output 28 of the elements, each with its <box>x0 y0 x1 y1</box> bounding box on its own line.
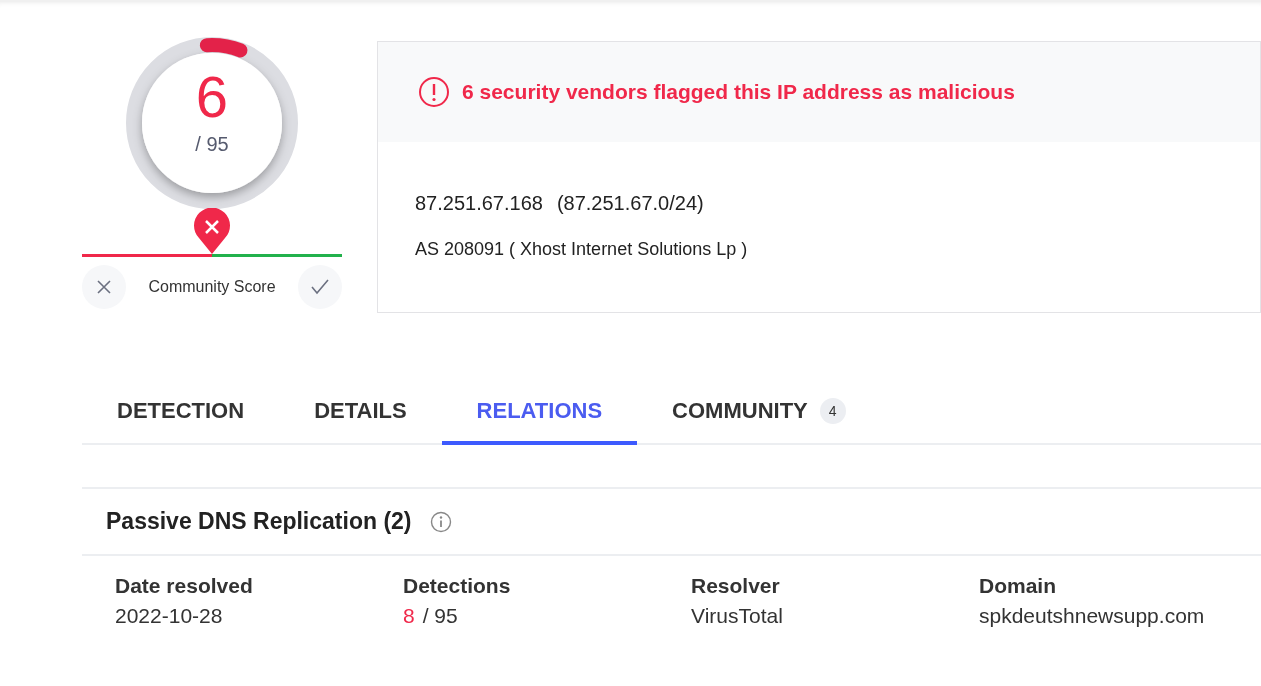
close-icon <box>96 279 112 295</box>
tab[interactable]: RELATIONS <box>441 381 638 445</box>
ip-network: (87.251.67.0/24) <box>556 192 704 215</box>
domain-link[interactable]: spkdeutshnewsupp.com <box>979 604 1261 628</box>
table-cell-text: 2022-10-28 <box>115 604 224 628</box>
column-header: Date resolved <box>115 574 254 598</box>
info-icon[interactable] <box>429 510 452 533</box>
downvote-button[interactable] <box>82 265 126 309</box>
tab[interactable]: DETECTION <box>82 381 280 445</box>
tab[interactable]: DETAILS <box>279 381 442 445</box>
count-badge: 4 <box>819 398 846 424</box>
detection-total: / 95 <box>195 133 229 156</box>
section-title: Passive DNS Replication (2) <box>106 508 412 535</box>
column-header: Detections <box>403 574 512 598</box>
check-icon <box>311 279 329 295</box>
ip-address: 87.251.67.168 <box>415 192 543 215</box>
alert-message: 6 security vendors flagged this IP address as malicious <box>462 80 1015 104</box>
slider-handle[interactable] <box>193 208 231 254</box>
detections-cell-text: 8 / 95 <box>403 604 459 628</box>
detection-count: 6 <box>195 65 229 129</box>
upvote-button[interactable] <box>298 265 342 309</box>
asn-owner: AS 208091 ( Xhost Internet Solutions Lp ) <box>415 239 749 260</box>
warning-icon <box>418 76 450 108</box>
tab[interactable]: COMMUNITY 4 <box>637 381 881 445</box>
community-score-label: Community Score <box>148 278 276 296</box>
table-cell-text: VirusTotal <box>691 604 784 628</box>
column-header: Domain <box>979 574 1057 598</box>
column-header: Resolver <box>691 574 781 598</box>
